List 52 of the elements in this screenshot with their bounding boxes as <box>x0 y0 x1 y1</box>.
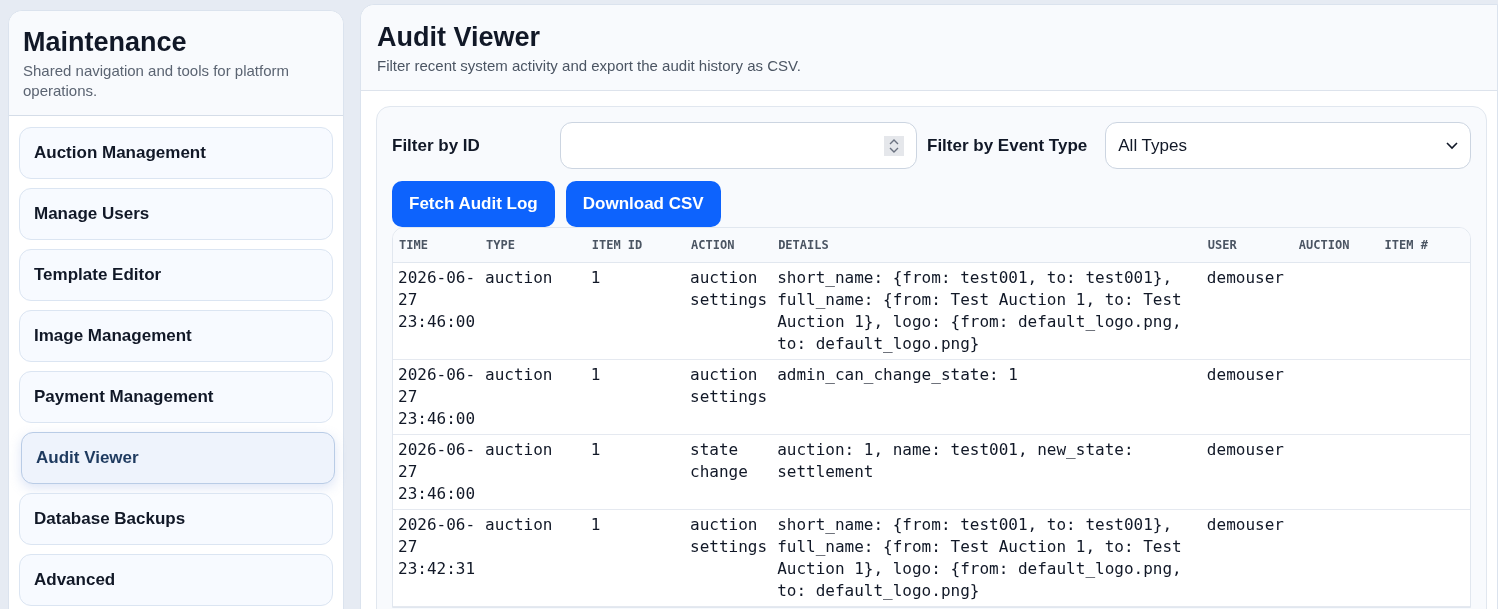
table-cell: 1 <box>590 267 601 287</box>
column-header: TYPE <box>480 228 586 262</box>
table-cell: 2026-06-27 23:42:31 <box>398 514 476 578</box>
table-cell: admin_can_change_state: 1 <box>777 364 1018 384</box>
column-header: ITEM ID <box>585 228 686 262</box>
sidebar-item[interactable]: Manage Users <box>19 188 333 240</box>
action-button[interactable]: Download CSV <box>565 181 721 227</box>
filter-label: Filter by Event Type <box>927 134 1088 157</box>
column-header: AUCTION <box>1292 228 1379 262</box>
table-cell: auction settings <box>690 267 768 309</box>
table-cell: auction <box>485 514 553 534</box>
table-cell: 1 <box>590 439 601 459</box>
action-button[interactable]: Fetch Audit Log <box>392 181 555 227</box>
sidebar-item[interactable]: Audit Viewer <box>21 432 335 484</box>
table-cell: demouser <box>1206 364 1284 384</box>
column-header: USER <box>1201 228 1293 262</box>
page-subtitle: Filter recent system activity and export the audit history as CSV. <box>377 56 802 76</box>
table-cell: state change <box>690 439 748 481</box>
column-header: ACTION <box>685 228 773 262</box>
table-cell: 2026-06-27 23:46:00 <box>398 439 476 503</box>
sidebar-item[interactable]: Auction Management <box>19 127 333 179</box>
table-cell: auction settings <box>690 364 768 406</box>
sidebar-item[interactable]: Template Editor <box>19 249 333 301</box>
table-cell: auction: 1, name: test001, new_state: settlement <box>777 439 1134 481</box>
table-cell: auction settings <box>690 514 768 556</box>
table-cell: short_name: {from: test001, to: test001}, full_name: {from: Test Auction 1, to: Test Auction 1}, logo: {from: default_logo.png, to: default_logo.png} <box>777 267 1182 353</box>
table-cell: 2026-06-27 23:46:00 <box>398 364 476 428</box>
chevron-down-icon <box>1446 141 1458 150</box>
column-header: TIME <box>393 228 481 262</box>
sidebar-item[interactable]: Advanced <box>19 554 333 606</box>
sidebar-subtitle: Shared navigation and tools for platform operations. <box>23 61 290 101</box>
event-type-select[interactable]: All Types <box>1105 122 1471 169</box>
table-cell: demouser <box>1206 439 1284 459</box>
table-cell: demouser <box>1206 514 1284 534</box>
sidebar-item[interactable]: Image Management <box>19 310 333 362</box>
table-cell: 1 <box>590 364 601 384</box>
table-cell: demouser <box>1206 267 1284 287</box>
sidebar-item[interactable]: Database Backups <box>19 493 333 545</box>
column-header: DETAILS <box>772 228 1202 262</box>
table-cell: 2026-06-27 23:46:00 <box>398 267 476 331</box>
spinner-icon[interactable] <box>884 135 904 156</box>
id-input-field[interactable] <box>560 122 917 169</box>
table-cell: 1 <box>590 514 601 534</box>
table-cell: auction <box>485 267 553 287</box>
table-cell: short_name: {from: test001, to: test001}, full_name: {from: Test Auction 1, to: Test Auction 1}, logo: {from: default_logo.png, to: default_logo.png} <box>777 514 1182 600</box>
column-header: ITEM # <box>1378 228 1470 262</box>
sidebar-item[interactable]: Payment Management <box>19 371 333 423</box>
table-cell: auction <box>485 439 553 459</box>
sidebar-title: Maintenance <box>23 26 188 59</box>
table-cell: auction <box>485 364 553 384</box>
filter-label: Filter by ID <box>392 134 481 157</box>
page-title: Audit Viewer <box>377 21 542 53</box>
